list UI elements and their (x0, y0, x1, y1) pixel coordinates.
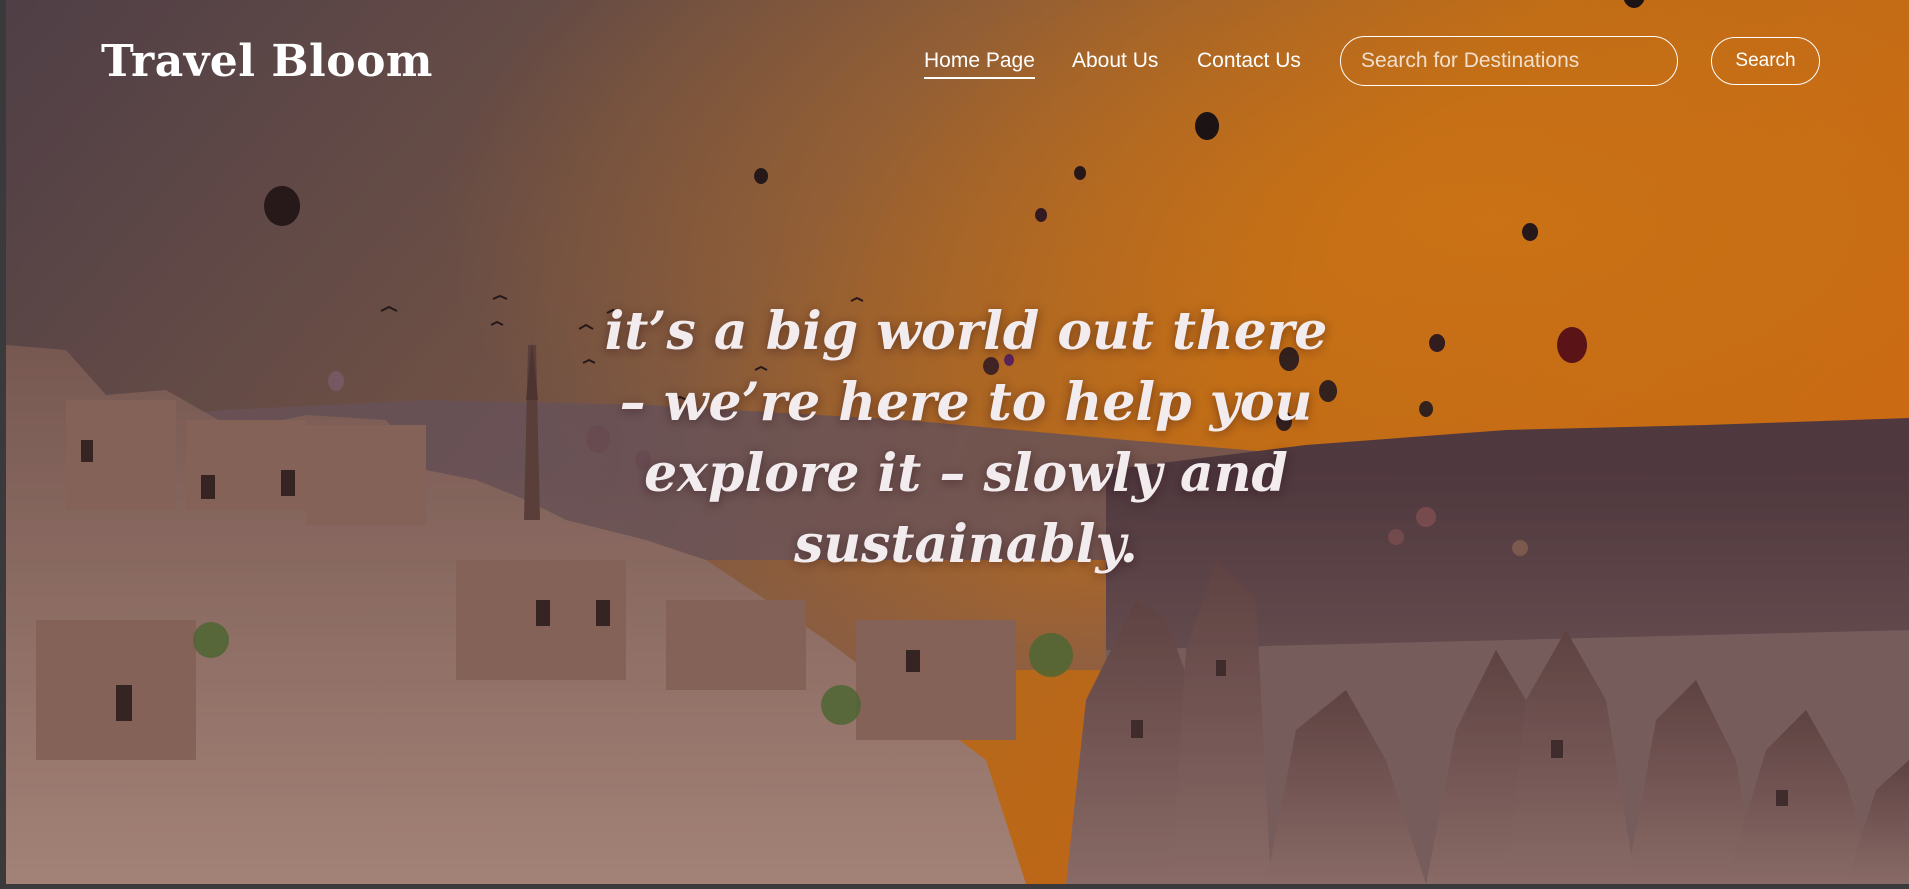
nav-link-contact[interactable]: Contact Us (1197, 48, 1301, 74)
nav-link-about[interactable]: About Us (1072, 48, 1158, 74)
site-logo[interactable]: Travel Bloom (101, 32, 433, 92)
search-input[interactable] (1340, 36, 1678, 86)
page: Travel Bloom Home Page About Us Contact … (6, 0, 1909, 884)
hero-tagline: it’s a big world out there – we’re here … (604, 301, 1328, 575)
search-button[interactable]: Search (1711, 37, 1820, 85)
nav-link-home[interactable]: Home Page (924, 48, 1035, 79)
